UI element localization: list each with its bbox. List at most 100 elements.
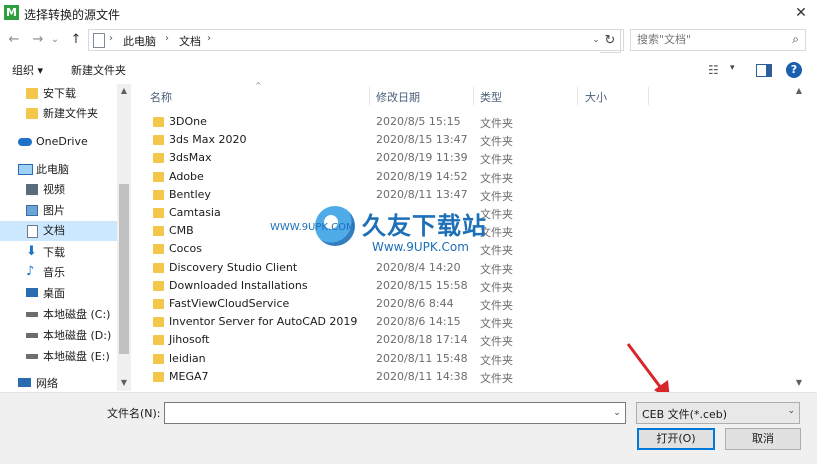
folder-icon — [153, 208, 164, 218]
sidebar-item-drive-d[interactable]: 本地磁盘 (D:) — [0, 326, 117, 346]
chevron-down-icon[interactable]: ⌄ — [787, 406, 795, 416]
file-list-scrollbar[interactable] — [792, 84, 807, 391]
cancel-button[interactable]: 取消 — [725, 428, 801, 450]
refresh-button[interactable]: ↻ — [600, 29, 621, 53]
file-type: 文件夹 — [480, 317, 513, 331]
scroll-down-arrow-icon[interactable]: ▼ — [117, 378, 131, 387]
sidebar-item-label: 本地磁盘 (E:) — [43, 350, 110, 363]
folder-icon — [153, 117, 164, 127]
file-type: 文件夹 — [480, 262, 513, 276]
column-divider[interactable] — [473, 87, 474, 105]
file-type: 文件夹 — [480, 135, 513, 149]
folder-icon — [153, 262, 164, 273]
file-date: 2020/8/11 15:48 — [376, 351, 468, 365]
table-row[interactable]: Adobe 2020/8/19 14:52 文件夹 — [150, 168, 790, 186]
navigation-pane: 安下载 新建文件夹 OneDrive 此电脑 视频 图片 文档 ⬇ 下载 ♪ 音… — [0, 84, 131, 391]
table-row[interactable]: FastViewCloudService 2020/8/6 8:44 文件夹 — [150, 295, 790, 313]
sidebar-item-documents[interactable]: 文档 — [0, 221, 117, 241]
table-row[interactable]: Bentley 2020/8/11 13:47 文件夹 — [150, 186, 790, 204]
drive-icon — [26, 354, 38, 359]
column-name[interactable]: 名称 — [150, 89, 172, 105]
search-input[interactable] — [637, 33, 777, 46]
new-folder-button[interactable]: 新建文件夹 — [71, 62, 126, 78]
sidebar-item-desktop[interactable]: 桌面 — [0, 284, 117, 304]
breadcrumb-this-pc[interactable]: 此电脑 — [123, 33, 156, 49]
back-button[interactable]: ← — [4, 29, 24, 51]
window-title: 选择转换的源文件 — [24, 8, 121, 22]
breadcrumb-documents[interactable]: 文档 — [179, 33, 201, 49]
sidebar-item-label: 音乐 — [43, 266, 65, 279]
document-icon — [93, 33, 105, 48]
table-row[interactable]: 3ds Max 2020 2020/8/15 13:47 文件夹 — [150, 131, 790, 149]
column-type[interactable]: 类型 — [480, 89, 502, 105]
sidebar-item-onedrive[interactable]: OneDrive — [0, 132, 117, 152]
sidebar-item-anxiazai[interactable]: 安下载 — [0, 84, 117, 104]
table-row[interactable]: Discovery Studio Client 2020/8/4 14:20 文件夹 — [150, 259, 790, 277]
close-button[interactable]: ✕ — [788, 2, 814, 24]
table-row[interactable]: 3DOne 2020/8/5 15:15 文件夹 — [150, 113, 790, 131]
column-divider[interactable] — [577, 87, 578, 105]
sidebar-scrollbar-thumb[interactable] — [119, 184, 129, 354]
file-date: 2020/8/15 15:58 — [376, 278, 468, 292]
file-type-select[interactable]: CEB 文件(*.ceb) ⌄ — [636, 402, 800, 424]
column-divider[interactable] — [648, 87, 649, 105]
sidebar-item-drive-c[interactable]: 本地磁盘 (C:) — [0, 305, 117, 325]
sidebar-item-music[interactable]: ♪ 音乐 — [0, 263, 117, 283]
command-bar: 组织 ▾ 新建文件夹 ☷ ▾ ? — [0, 57, 817, 83]
title-bar: M 选择转换的源文件 ✕ — [0, 0, 817, 26]
file-name: Camtasia — [169, 206, 221, 219]
sidebar-item-pictures[interactable]: 图片 — [0, 201, 117, 221]
address-bar[interactable]: › 此电脑 › 文档 › ⌄ — [88, 29, 624, 51]
file-name: FastViewCloudService — [169, 297, 290, 310]
file-name: CMB — [169, 224, 194, 238]
sidebar-item-label: 网络 — [36, 377, 58, 390]
file-date: 2020/8/6 8:44 — [376, 297, 454, 310]
file-name: 3dsMax — [169, 151, 212, 165]
preview-pane-icon[interactable] — [756, 64, 772, 77]
open-button[interactable]: 打开(O) — [637, 428, 715, 450]
sidebar-item-label: OneDrive — [36, 135, 88, 148]
scroll-down-arrow-icon[interactable]: ▼ — [792, 378, 806, 387]
search-icon[interactable]: ⌕ — [792, 32, 799, 47]
sidebar-item-downloads[interactable]: ⬇ 下载 — [0, 243, 117, 263]
file-type: 文件夹 — [480, 371, 513, 385]
table-row[interactable]: leidian 2020/8/11 15:48 文件夹 — [150, 350, 790, 368]
scroll-up-arrow-icon[interactable]: ▲ — [117, 86, 131, 95]
scroll-up-arrow-icon[interactable]: ▲ — [792, 86, 806, 95]
table-row[interactable]: Jihosoft 2020/8/18 17:14 文件夹 — [150, 331, 790, 349]
sidebar-item-videos[interactable]: 视频 — [0, 180, 117, 200]
table-row[interactable]: Inventor Server for AutoCAD 2019 2020/8/6… — [150, 313, 790, 331]
sidebar-item-label: 新建文件夹 — [43, 107, 98, 120]
folder-icon — [153, 244, 164, 255]
up-button[interactable]: ↑ — [66, 29, 86, 51]
file-date: 2020/8/19 14:52 — [376, 169, 468, 183]
filename-input[interactable]: ⌄ — [164, 402, 626, 424]
sidebar-item-new-folder[interactable]: 新建文件夹 — [0, 104, 117, 124]
table-row[interactable]: Cocos 文件夹 — [150, 240, 790, 258]
file-date: 2020/8/11 13:47 — [376, 187, 468, 201]
file-name: MEGA7 — [169, 369, 209, 383]
table-row[interactable]: Downloaded Installations 2020/8/15 15:58 文… — [150, 277, 790, 295]
column-divider[interactable] — [369, 87, 370, 105]
folder-icon — [26, 88, 38, 99]
column-size[interactable]: 大小 — [585, 89, 607, 105]
column-modified[interactable]: 修改日期 — [376, 89, 420, 105]
view-options-icon[interactable]: ☷ — [708, 63, 719, 77]
recent-locations-button[interactable]: ⌄ — [48, 29, 62, 51]
search-box[interactable]: ⌕ — [630, 29, 806, 51]
sidebar-item-label: 图片 — [43, 204, 65, 217]
organize-menu[interactable]: 组织 ▾ — [12, 62, 43, 78]
chevron-down-icon[interactable]: ▾ — [730, 63, 735, 73]
forward-button[interactable]: → — [28, 29, 48, 51]
sidebar-item-drive-e[interactable]: 本地磁盘 (E:) — [0, 347, 117, 367]
table-row[interactable]: 3dsMax 2020/8/19 11:39 文件夹 — [150, 149, 790, 167]
computer-icon — [18, 164, 33, 175]
folder-icon — [153, 153, 164, 164]
breadcrumb-separator: › — [207, 33, 211, 44]
sidebar-item-network[interactable]: 网络 — [0, 374, 117, 394]
chevron-down-icon[interactable]: ⌄ — [609, 403, 625, 423]
filename-label: 文件名(N): — [107, 407, 161, 420]
sidebar-item-this-pc[interactable]: 此电脑 — [0, 160, 117, 180]
help-icon[interactable]: ? — [786, 62, 802, 78]
table-row[interactable]: MEGA7 2020/8/11 14:38 文件夹 — [150, 368, 790, 386]
